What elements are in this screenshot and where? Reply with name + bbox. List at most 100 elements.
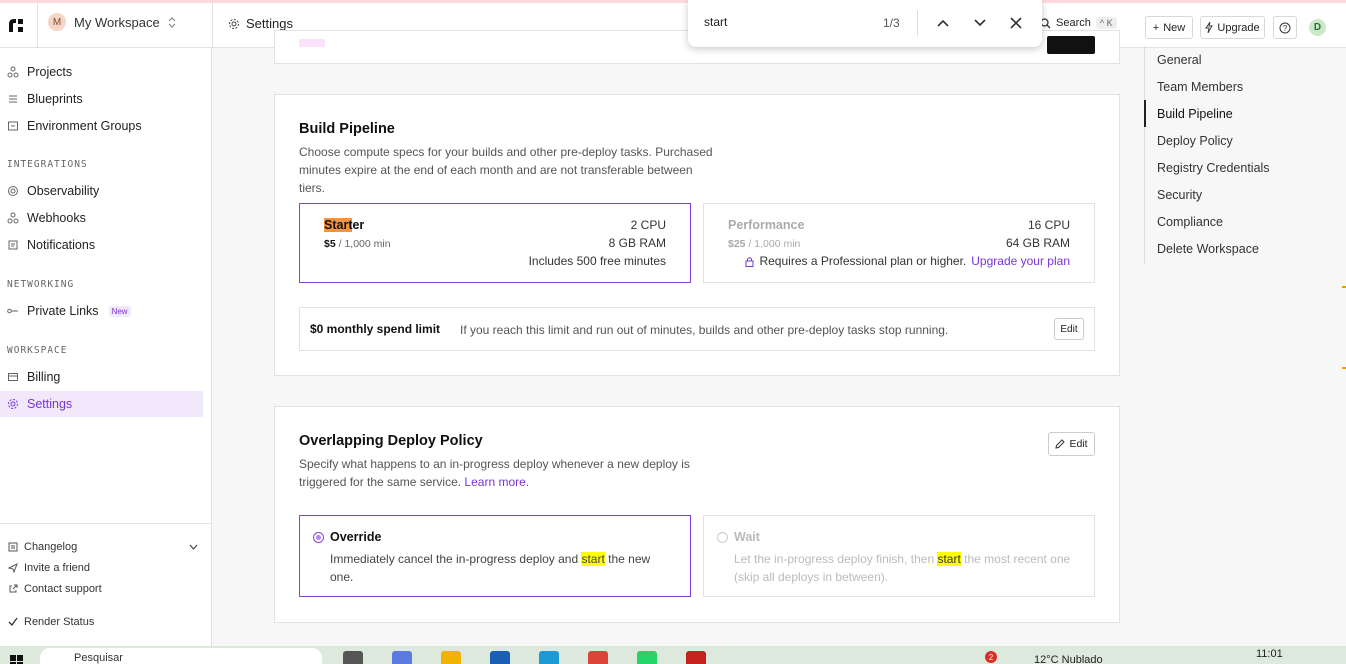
override-radio[interactable] [313,532,324,543]
weather-widget[interactable]: 12°C Nublado [1034,654,1103,664]
file-explorer-icon[interactable] [441,651,461,664]
external-link-icon [9,584,18,593]
new-badge: New [108,305,131,317]
override-description: Immediately cancel the in-progress deplo… [330,550,670,586]
find-match-count: 1/3 [883,16,900,30]
task-view-icon[interactable] [343,651,363,664]
sidebar-item-blueprints[interactable]: Blueprints [0,86,203,112]
system-clock[interactable]: 11:01 [1256,648,1283,660]
upgrade-plan-link[interactable]: Upgrade your plan [971,254,1070,268]
find-next-button[interactable] [970,13,990,33]
tier-name-rest: er [352,218,365,232]
find-bar: start 1/3 [688,0,1042,47]
outlook-icon[interactable] [490,651,510,664]
breadcrumb: Settings [228,16,293,31]
render-status-link[interactable]: Render Status [8,616,94,628]
blueprints-icon [7,93,19,105]
find-previous-button[interactable] [933,13,953,33]
environment-groups-icon [7,120,19,132]
tier-performance-requirement: Requires a Professional plan or higher. … [745,254,1070,268]
price-value: $5 [324,238,336,250]
find-highlight-active: Start [324,218,353,232]
workspace-avatar: M [48,13,66,31]
new-label: New [1163,21,1186,34]
deploy-policy-description: Specify what happens to an in-progress d… [299,455,699,491]
section-link-deploy-policy[interactable]: Deploy Policy [1157,134,1233,148]
breadcrumb-settings: Settings [246,16,293,31]
section-link-build-pipeline[interactable]: Build Pipeline [1157,107,1233,121]
search-label: Search [1056,17,1091,29]
upgrade-button[interactable]: Upgrade [1200,16,1265,39]
gmail-icon[interactable] [686,651,706,664]
search-button[interactable]: Search ^ K [1040,17,1117,29]
changelog-toggle[interactable]: Changelog [8,541,198,553]
spend-limit-text: If you reach this limit and run out of m… [460,323,949,337]
scrollbar-find-marker [1342,286,1346,288]
price-value: $25 [728,238,746,250]
notifications-icon [7,239,19,251]
find-highlight: start [581,552,605,566]
section-link-security[interactable]: Security [1157,188,1202,202]
section-link-registry-credentials[interactable]: Registry Credentials [1157,161,1270,175]
spend-limit-edit-button[interactable]: Edit [1054,318,1084,340]
help-button[interactable]: ? [1273,16,1297,39]
settings-section-nav: General Team Members Build Pipeline Depl… [1144,46,1294,264]
sidebar-item-label: Billing [27,370,61,384]
new-button[interactable]: + New [1145,16,1193,39]
find-input[interactable]: start [704,15,727,29]
invite-friend-link[interactable]: Invite a friend [8,562,90,574]
help-icon: ? [1279,22,1291,33]
desc-text: Let the in-progress deploy finish, then [734,552,938,566]
sidebar-item-environment-groups[interactable]: Environment Groups [0,113,203,139]
divider [212,3,213,48]
section-link-general[interactable]: General [1157,53,1201,67]
wait-radio[interactable] [717,532,728,543]
windows-start-icon[interactable] [10,655,24,664]
render-logo-icon[interactable] [6,14,28,36]
settings-icon [7,398,19,410]
sidebar-item-observability[interactable]: Observability [0,178,203,204]
section-heading-workspace: WORKSPACE [7,345,68,356]
send-icon [8,563,18,573]
whatsapp-icon[interactable] [637,651,657,664]
sidebar-item-webhooks[interactable]: Webhooks [0,205,203,231]
sidebar-item-billing[interactable]: Billing [0,364,203,390]
deploy-policy-edit-button[interactable]: Edit [1048,432,1095,456]
lightning-icon [1205,22,1214,33]
taskbar-search-input[interactable]: Pesquisar [40,648,322,664]
section-link-team-members[interactable]: Team Members [1157,80,1243,94]
tier-starter-name: Starter [324,218,364,232]
status-check-icon [8,617,18,627]
chevron-up-icon [937,19,949,27]
policy-option-wait[interactable]: Wait Let the in-progress deploy finish, … [703,515,1095,597]
sidebar-item-projects[interactable]: Projects [0,59,203,85]
sidebar-item-label: Webhooks [27,211,86,225]
tier-performance-name: Performance [728,218,805,232]
tier-performance-price: $25 / 1,000 min [728,238,800,250]
spend-limit-box: $0 monthly spend limit If you reach this… [299,307,1095,351]
sidebar-item-notifications[interactable]: Notifications [0,232,203,258]
workspace-switcher[interactable]: M My Workspace [48,13,176,31]
changelog-icon [8,542,18,552]
chrome-icon[interactable] [588,651,608,664]
build-pipeline-description: Choose compute specs for your builds and… [299,145,713,195]
contact-support-link[interactable]: Contact support [8,583,102,595]
copilot-icon[interactable] [392,651,412,664]
build-pipeline-title: Build Pipeline [299,121,395,137]
edge-icon[interactable] [539,651,559,664]
tier-starter[interactable]: Starter $5 / 1,000 min 2 CPU 8 GB RAM In… [299,203,691,283]
sidebar-item-label: Projects [27,65,73,79]
banner-button[interactable] [1047,36,1095,54]
section-link-compliance[interactable]: Compliance [1157,215,1223,229]
policy-option-override[interactable]: Override Immediately cancel the in-progr… [299,515,691,597]
billing-icon [7,371,19,383]
lock-icon [745,256,754,267]
sidebar-item-private-links[interactable]: Private Links New [0,298,203,324]
support-label: Contact support [24,583,102,595]
user-avatar[interactable]: D [1309,19,1326,36]
sidebar-item-settings[interactable]: Settings [0,391,203,417]
section-link-delete-workspace[interactable]: Delete Workspace [1157,242,1259,256]
find-close-button[interactable] [1006,13,1026,33]
learn-more-link[interactable]: Learn more. [464,475,529,489]
scrollbar-find-marker [1342,367,1346,369]
